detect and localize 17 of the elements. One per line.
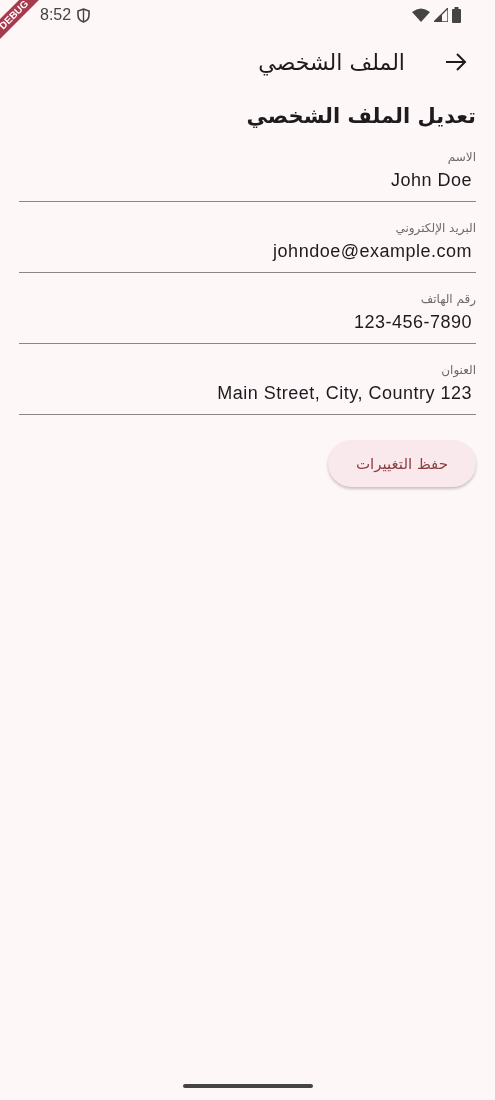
field-label: البريد الإلكتروني — [395, 221, 476, 235]
field-label: العنوان — [441, 363, 476, 377]
field-label: الاسم — [447, 150, 476, 164]
input-field[interactable]: johndoe@example.com — [19, 241, 476, 273]
input-field[interactable]: 123-456-7890 — [19, 312, 476, 344]
shield-icon — [77, 7, 91, 23]
form-heading: تعديل الملف الشخصي — [245, 104, 476, 128]
app-bar-title: الملف الشخصي — [258, 49, 405, 75]
input-field[interactable]: Main Street, City, Country 123 — [19, 383, 476, 415]
wifi-icon — [412, 8, 430, 22]
signal-icon — [434, 8, 448, 22]
input-field[interactable]: John Doe — [19, 170, 476, 202]
arrow-icon — [445, 52, 467, 72]
status-time: 8:52 — [40, 6, 72, 24]
field-label: رقم الهاتف — [420, 292, 476, 306]
battery-icon — [452, 7, 461, 23]
save-button[interactable]: حفظ التغييرات — [328, 440, 476, 487]
